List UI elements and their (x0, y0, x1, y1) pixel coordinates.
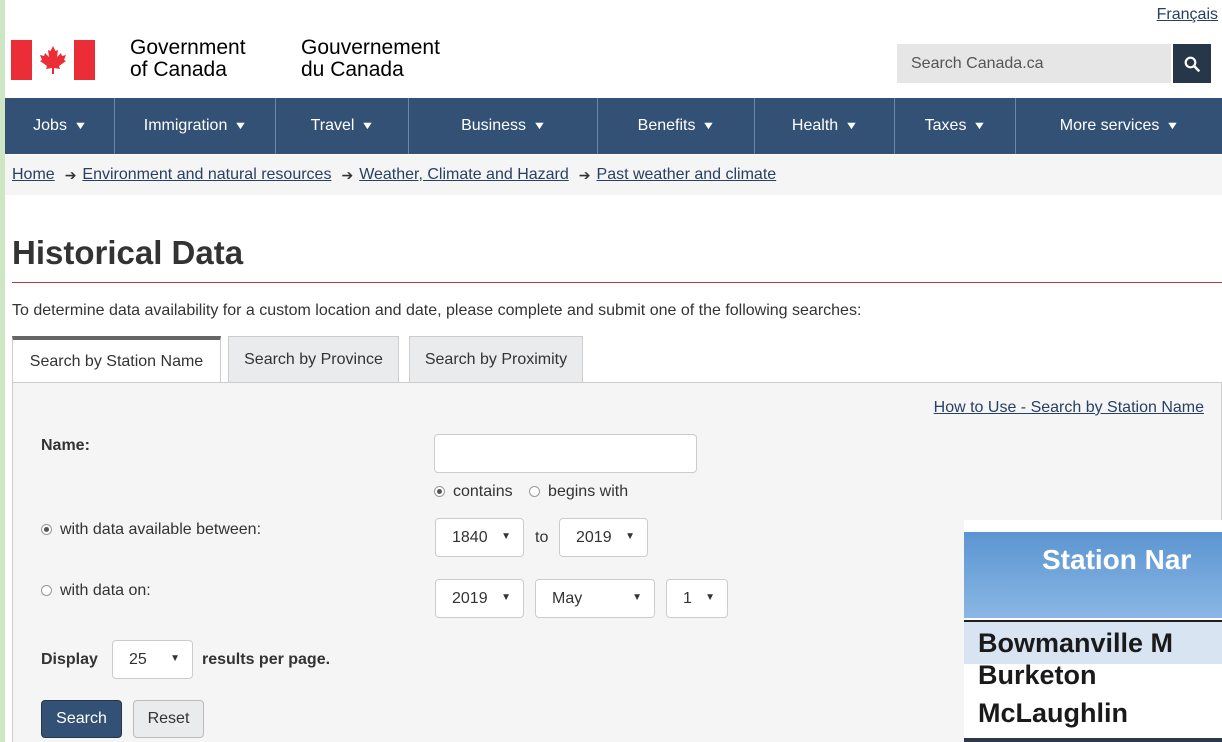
nav-item-taxes[interactable]: Taxes ▼ (895, 98, 1016, 154)
match-type-group: contains begins with (434, 483, 628, 501)
nav-item-jobs[interactable]: Jobs ▼ (5, 98, 115, 154)
search-button[interactable]: Search (41, 700, 122, 738)
name-label: Name: (41, 437, 90, 454)
chevron-down-icon: ▼ (972, 120, 987, 132)
breadcrumb-past-weather[interactable]: Past weather and climate (597, 166, 777, 184)
nav-item-travel[interactable]: Travel ▼ (276, 98, 409, 154)
range-start-year-select[interactable]: 1840 ▼ (435, 518, 524, 557)
nav-item-immigration[interactable]: Immigration ▼ (115, 98, 276, 154)
tab-search-by-province[interactable]: Search by Province (228, 336, 399, 382)
arrow-right-icon: ➔ (64, 166, 77, 183)
chevron-down-icon: ▼ (701, 120, 716, 132)
government-wordmark-en: Government of Canada (130, 36, 246, 81)
dropdown-arrow-icon: ▼ (501, 531, 511, 542)
site-search-button[interactable] (1173, 44, 1211, 83)
table-row: Burketon (978, 660, 1097, 690)
specific-date-radio[interactable] (41, 585, 52, 597)
specific-date-option: with data on: (41, 582, 151, 600)
government-wordmark-fr: Gouvernement du Canada (301, 36, 440, 81)
date-range-radio[interactable] (41, 524, 52, 536)
chevron-down-icon: ▼ (844, 120, 859, 132)
breadcrumb-weather[interactable]: Weather, Climate and Hazard (359, 166, 569, 184)
results-per-page-label: results per page. (202, 651, 331, 668)
main-navigation: Jobs ▼ Immigration ▼ Travel ▼ Business ▼ Ben… (5, 98, 1222, 154)
specific-day-select[interactable]: 1 ▼ (666, 579, 728, 618)
contains-radio[interactable] (434, 486, 445, 498)
site-search-input[interactable] (897, 44, 1171, 83)
table-row: Bowmanville M (964, 620, 1222, 664)
chevron-down-icon: ▼ (73, 120, 88, 132)
station-name-input[interactable] (434, 434, 697, 473)
range-to-label: to (535, 529, 549, 546)
intro-text: To determine data availability for a cus… (12, 302, 862, 319)
breadcrumb: Home ➔ Environment and natural resources… (5, 155, 1222, 195)
tab-search-by-proximity[interactable]: Search by Proximity (409, 336, 583, 382)
tab-search-by-station-name[interactable]: Search by Station Name (12, 336, 221, 383)
arrow-right-icon: ➔ (578, 166, 591, 183)
dropdown-arrow-icon: ▼ (632, 592, 642, 603)
chevron-down-icon: ▼ (360, 120, 376, 132)
title-divider (12, 282, 1222, 283)
language-toggle-link[interactable]: Français (1157, 6, 1218, 24)
date-range-option: with data available between: (41, 521, 261, 539)
nav-item-business[interactable]: Business ▼ (409, 98, 598, 154)
results-per-page-select[interactable]: 25 ▼ (112, 640, 193, 679)
table-row: McLaughlin (978, 698, 1128, 728)
chevron-down-icon: ▼ (1165, 120, 1180, 132)
page-title: Historical Data (12, 234, 244, 271)
chevron-down-icon: ▼ (532, 120, 547, 132)
chevron-down-icon: ▼ (233, 120, 248, 132)
breadcrumb-environment[interactable]: Environment and natural resources (82, 166, 331, 184)
search-icon (1184, 56, 1200, 72)
range-end-year-select[interactable]: 2019 ▼ (559, 518, 648, 557)
dropdown-arrow-icon: ▼ (705, 592, 715, 603)
table-row-partial (964, 738, 1222, 742)
station-table-overlay: Station Nar Bowmanville M Burketon McLau… (964, 520, 1222, 742)
begins-with-radio[interactable] (529, 486, 541, 498)
dropdown-arrow-icon: ▼ (501, 592, 511, 603)
dropdown-arrow-icon: ▼ (625, 531, 635, 542)
arrow-right-icon: ➔ (341, 166, 354, 183)
display-label: Display (41, 651, 98, 668)
reset-button[interactable]: Reset (133, 700, 204, 738)
breadcrumb-home[interactable]: Home (12, 166, 55, 184)
nav-item-more-services[interactable]: More services ▼ (1016, 98, 1222, 154)
nav-item-health[interactable]: Health ▼ (755, 98, 895, 154)
how-to-use-link[interactable]: How to Use - Search by Station Name (934, 399, 1204, 417)
page: Français Government of Canada Gouverneme… (5, 0, 1222, 742)
specific-year-select[interactable]: 2019 ▼ (435, 579, 524, 618)
dropdown-arrow-icon: ▼ (170, 653, 180, 664)
nav-item-benefits[interactable]: Benefits ▼ (598, 98, 755, 154)
specific-month-select[interactable]: May ▼ (535, 579, 655, 618)
canada-flag-logo (11, 40, 95, 80)
station-table-header: Station Nar (964, 532, 1222, 618)
